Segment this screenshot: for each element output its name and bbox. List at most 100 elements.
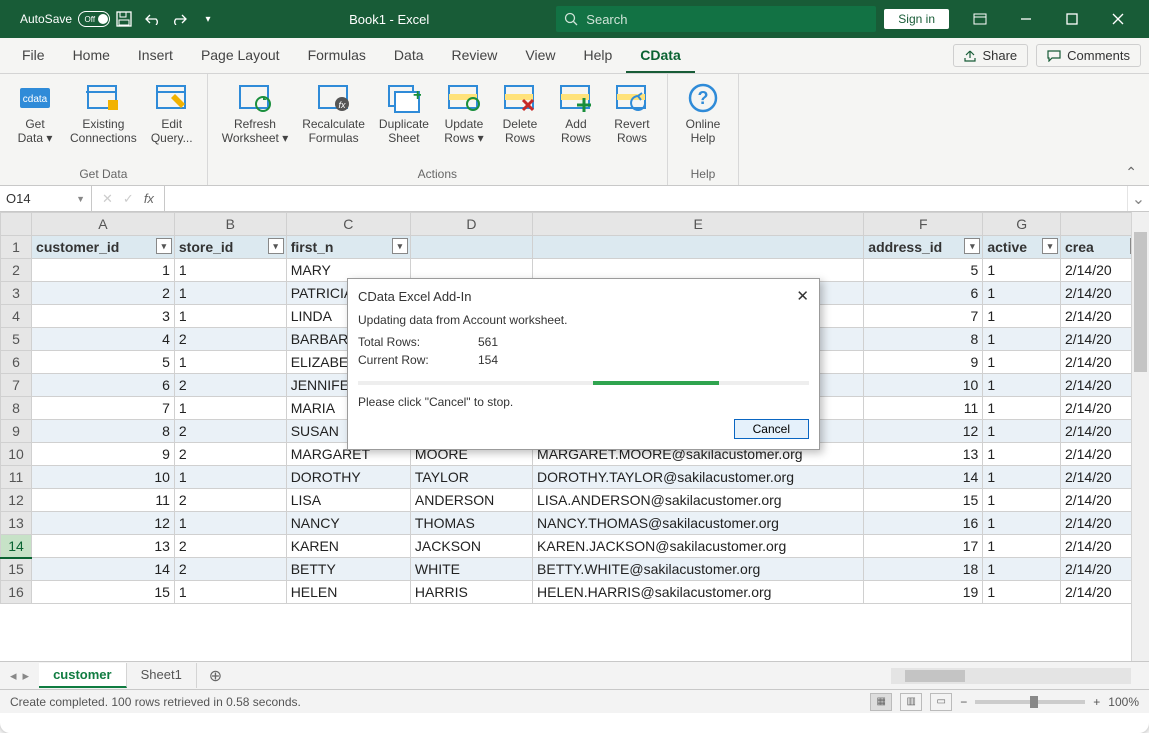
cell[interactable]: 5: [32, 351, 175, 374]
cell[interactable]: LISA.ANDERSON@sakilacustomer.org: [533, 489, 864, 512]
cell[interactable]: 2: [174, 374, 286, 397]
cell[interactable]: 1: [983, 466, 1061, 489]
vertical-scrollbar[interactable]: [1131, 212, 1149, 661]
col-header[interactable]: E: [533, 213, 864, 236]
cell[interactable]: 1: [174, 581, 286, 604]
row-header[interactable]: 15: [1, 558, 32, 581]
cell[interactable]: 13: [32, 535, 175, 558]
col-header[interactable]: G: [983, 213, 1061, 236]
row-header[interactable]: 3: [1, 282, 32, 305]
tab-page-layout[interactable]: Page Layout: [187, 39, 294, 73]
cell[interactable]: 19: [864, 581, 983, 604]
row-header[interactable]: 4: [1, 305, 32, 328]
col-header[interactable]: D: [410, 213, 532, 236]
dialog-close-icon[interactable]: ✕: [796, 287, 809, 305]
customize-qat-icon[interactable]: ▾: [194, 5, 222, 33]
table-header[interactable]: store_id▾: [174, 236, 286, 259]
row-header[interactable]: 12: [1, 489, 32, 512]
filter-icon[interactable]: ▾: [268, 238, 284, 254]
existing-connections-button[interactable]: ExistingConnections: [64, 78, 143, 167]
cancel-formula-icon[interactable]: ✕: [102, 191, 113, 207]
edit-query-button[interactable]: EditQuery...: [145, 78, 199, 167]
table-header[interactable]: [533, 236, 864, 259]
cell[interactable]: 2: [174, 328, 286, 351]
cell[interactable]: NANCY: [286, 512, 410, 535]
cell[interactable]: 1: [983, 351, 1061, 374]
redo-icon[interactable]: [166, 5, 194, 33]
cell[interactable]: 10: [32, 466, 175, 489]
sheet-tab-sheet1[interactable]: Sheet1: [127, 663, 197, 688]
cell[interactable]: HELEN: [286, 581, 410, 604]
cell[interactable]: 15: [864, 489, 983, 512]
cell[interactable]: 1: [983, 305, 1061, 328]
row-header[interactable]: 7: [1, 374, 32, 397]
cell[interactable]: 2: [174, 558, 286, 581]
row-header[interactable]: 6: [1, 351, 32, 374]
delete-rows-button[interactable]: DeleteRows: [493, 78, 547, 167]
row-header[interactable]: 2: [1, 259, 32, 282]
cell[interactable]: 7: [32, 397, 175, 420]
cell[interactable]: ANDERSON: [410, 489, 532, 512]
tab-review[interactable]: Review: [438, 39, 512, 73]
sheet-tab-customer[interactable]: customer: [39, 663, 127, 688]
zoom-in-icon[interactable]: +: [1093, 695, 1100, 709]
cell[interactable]: 2: [174, 535, 286, 558]
cancel-button[interactable]: Cancel: [734, 419, 809, 439]
tab-formulas[interactable]: Formulas: [294, 39, 380, 73]
cell[interactable]: 1: [983, 581, 1061, 604]
row-header[interactable]: 11: [1, 466, 32, 489]
page-layout-view-icon[interactable]: ▥: [900, 693, 922, 711]
row-header[interactable]: 1: [1, 236, 32, 259]
update-rows-button[interactable]: UpdateRows ▾: [437, 78, 491, 167]
col-header[interactable]: A: [32, 213, 175, 236]
cell[interactable]: 13: [864, 443, 983, 466]
table-header[interactable]: first_n▾: [286, 236, 410, 259]
row-header[interactable]: 10: [1, 443, 32, 466]
save-icon[interactable]: [110, 5, 138, 33]
name-box[interactable]: O14▼: [0, 186, 92, 211]
cell[interactable]: BETTY: [286, 558, 410, 581]
cell[interactable]: TAYLOR: [410, 466, 532, 489]
get-data-button[interactable]: cdataGetData ▾: [8, 78, 62, 167]
cell[interactable]: 10: [864, 374, 983, 397]
zoom-out-icon[interactable]: −: [960, 695, 967, 709]
cell[interactable]: 2: [174, 420, 286, 443]
tab-insert[interactable]: Insert: [124, 39, 187, 73]
col-header[interactable]: B: [174, 213, 286, 236]
cell[interactable]: 1: [983, 374, 1061, 397]
cell[interactable]: 15: [32, 581, 175, 604]
fx-icon[interactable]: fx: [144, 191, 154, 206]
cell[interactable]: 14: [864, 466, 983, 489]
select-all[interactable]: [1, 213, 32, 236]
zoom-slider[interactable]: [975, 700, 1085, 704]
row-header[interactable]: 9: [1, 420, 32, 443]
cell[interactable]: 1: [983, 397, 1061, 420]
cell[interactable]: DOROTHY.TAYLOR@sakilacustomer.org: [533, 466, 864, 489]
cell[interactable]: THOMAS: [410, 512, 532, 535]
cell[interactable]: 16: [864, 512, 983, 535]
cell[interactable]: 2: [174, 443, 286, 466]
cell[interactable]: 7: [864, 305, 983, 328]
cell[interactable]: JACKSON: [410, 535, 532, 558]
cell[interactable]: 1: [174, 351, 286, 374]
cell[interactable]: 5: [864, 259, 983, 282]
cell[interactable]: KAREN: [286, 535, 410, 558]
new-sheet-button[interactable]: ⊕: [197, 666, 234, 686]
collapse-ribbon-icon[interactable]: ⌃: [1113, 160, 1149, 185]
normal-view-icon[interactable]: ▦: [870, 693, 892, 711]
tab-view[interactable]: View: [511, 39, 569, 73]
minimize-icon[interactable]: [1003, 0, 1049, 38]
cell[interactable]: 1: [983, 558, 1061, 581]
cell[interactable]: 2: [32, 282, 175, 305]
cell[interactable]: 8: [32, 420, 175, 443]
cell[interactable]: BETTY.WHITE@sakilacustomer.org: [533, 558, 864, 581]
cell[interactable]: NANCY.THOMAS@sakilacustomer.org: [533, 512, 864, 535]
cell[interactable]: 1: [983, 512, 1061, 535]
filter-icon[interactable]: ▾: [1042, 238, 1058, 254]
filter-icon[interactable]: ▾: [964, 238, 980, 254]
cell[interactable]: 1: [983, 489, 1061, 512]
cell[interactable]: 12: [864, 420, 983, 443]
tab-cdata[interactable]: CData: [626, 39, 694, 73]
ribbon-mode-icon[interactable]: [957, 0, 1003, 38]
cell[interactable]: 9: [864, 351, 983, 374]
